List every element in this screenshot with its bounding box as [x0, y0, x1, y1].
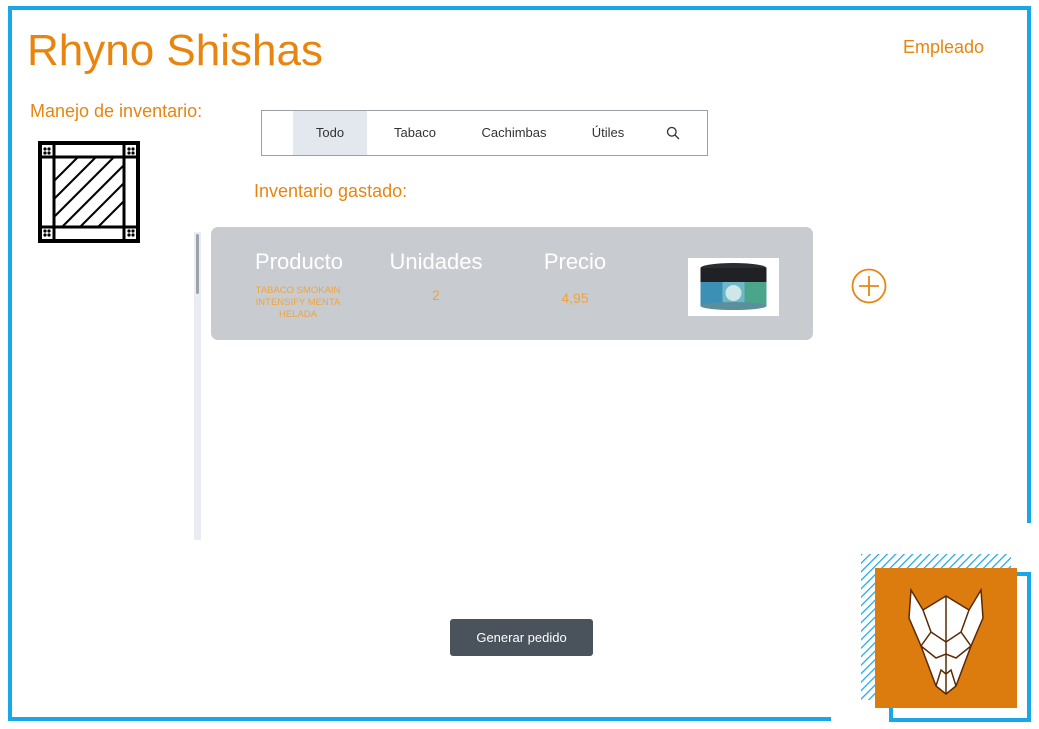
category-tabs: Todo Tabaco Cachimbas Útiles: [261, 110, 708, 156]
rhino-logo-icon: [861, 554, 1031, 722]
product-jar-image: [688, 258, 779, 316]
tab-utiles[interactable]: Útiles: [578, 111, 638, 155]
tab-cachimbas[interactable]: Cachimbas: [470, 111, 558, 155]
frame-bottom-border: [8, 717, 831, 721]
product-price: 4,95: [561, 290, 589, 306]
crate-icon[interactable]: [38, 141, 140, 243]
column-header-price: Precio: [543, 249, 607, 274]
column-header-units: Unidades: [389, 249, 483, 274]
frame-right-border: [1027, 6, 1031, 523]
frame-top-border: [8, 6, 1031, 10]
role-link[interactable]: Empleado: [903, 37, 984, 58]
inventory-item-card: Producto Unidades Precio TABACO SMOKAIN …: [211, 227, 813, 340]
search-icon[interactable]: [658, 111, 688, 155]
app-title: Rhyno Shishas: [27, 26, 323, 75]
frame-left-border: [8, 6, 12, 721]
tab-tabaco[interactable]: Tabaco: [383, 111, 447, 155]
plus-circle-icon[interactable]: [851, 268, 887, 304]
scrollbar-thumb[interactable]: [196, 234, 199, 294]
column-header-product: Producto: [254, 249, 344, 274]
product-units: 2: [432, 287, 440, 303]
section-label: Manejo de inventario:: [30, 101, 203, 121]
generate-order-button[interactable]: Generar pedido: [450, 619, 593, 656]
product-name: TABACO SMOKAIN INTENSIFY MENTA HELADA: [255, 285, 341, 320]
section-subtitle: Inventario gastado:: [254, 181, 408, 201]
tab-todo[interactable]: Todo: [293, 111, 367, 155]
